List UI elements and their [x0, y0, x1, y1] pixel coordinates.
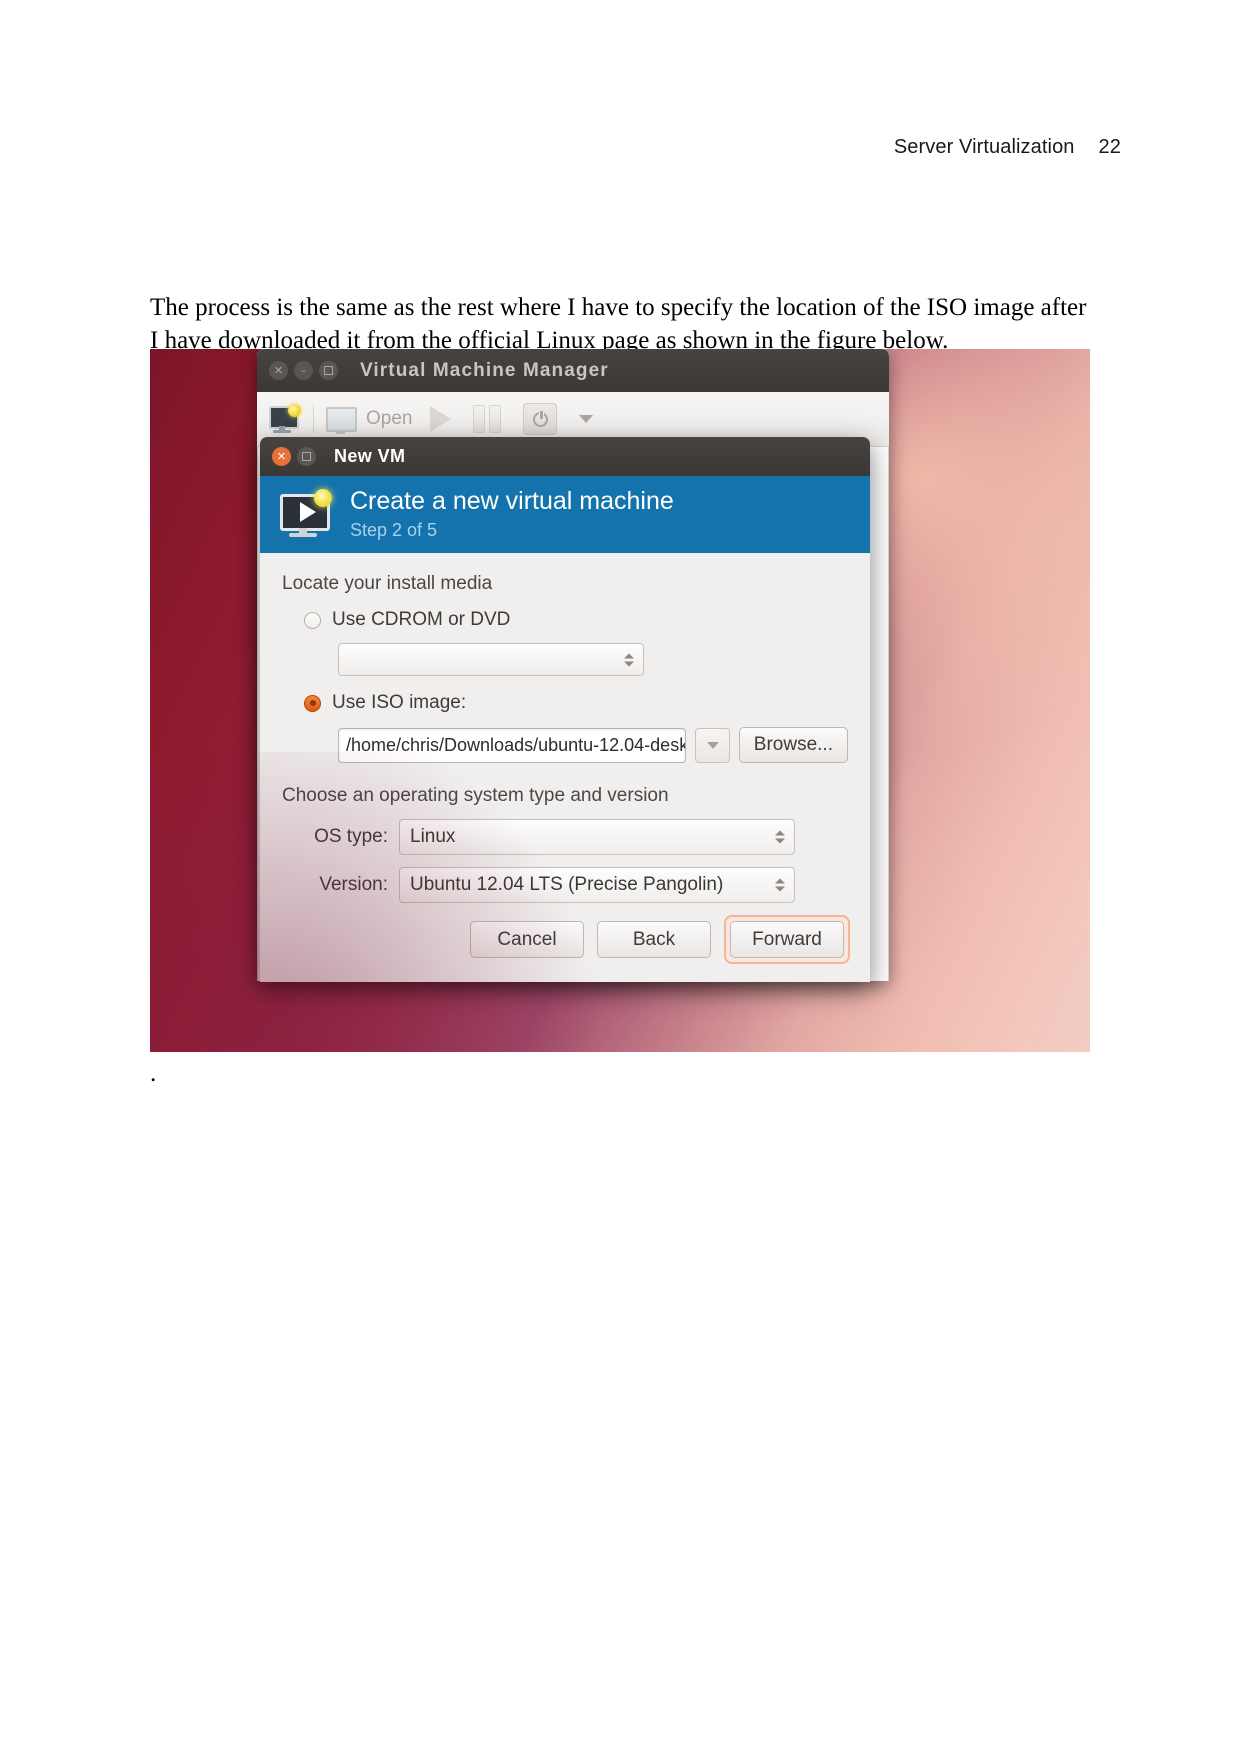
cdrom-radio-button[interactable] [304, 611, 321, 629]
minimize-icon[interactable]: – [294, 361, 313, 380]
page-number: 22 [1098, 136, 1121, 158]
vmm-window-buttons: ✕ – [269, 361, 338, 380]
vmm-titlebar: ✕ – Virtual Machine Manager [257, 349, 889, 392]
new-vm-dialog-content: Locate your install media Use CDROM or D… [260, 553, 870, 982]
maximize-icon[interactable] [319, 361, 338, 380]
new-vm-header-banner: Create a new virtual machine Step 2 of 5 [260, 476, 870, 553]
open-button[interactable]: Open [326, 406, 413, 434]
new-vm-header-text: Create a new virtual machine Step 2 of 5 [350, 488, 674, 541]
dialog-action-buttons: Cancel Back Forward [470, 915, 850, 964]
iso-radio-label: Use ISO image: [332, 692, 467, 713]
browse-button[interactable]: Browse... [738, 727, 848, 763]
figure-screenshot: ✕ – Virtual Machine Manager Open ✕ New V… [150, 349, 1090, 1052]
body-paragraph: The process is the same as the rest wher… [150, 294, 1087, 355]
close-icon[interactable]: ✕ [269, 361, 288, 380]
install-media-section-title: Locate your install media [282, 573, 493, 594]
iso-path-row: /home/chris/Downloads/ubuntu-12.04-desk … [338, 727, 848, 763]
os-type-value: Linux [410, 826, 456, 847]
pause-icon[interactable] [473, 405, 502, 433]
trailing-period: . [150, 1060, 157, 1087]
cancel-button[interactable]: Cancel [470, 921, 584, 958]
running-header: Server Virtualization 22 [894, 136, 1121, 159]
version-value: Ubuntu 12.04 LTS (Precise Pangolin) [410, 874, 724, 895]
cdrom-radio-label: Use CDROM or DVD [332, 609, 511, 630]
os-type-label: OS type: [314, 826, 388, 847]
open-button-label: Open [366, 408, 413, 429]
run-icon[interactable] [430, 406, 452, 432]
vmm-window-title: Virtual Machine Manager [360, 359, 609, 381]
new-vm-heading: Create a new virtual machine [350, 487, 674, 516]
os-type-combo[interactable]: Linux [399, 819, 795, 855]
version-label: Version: [319, 874, 388, 895]
os-type-row: OS type: Linux [302, 819, 848, 855]
chevron-down-icon[interactable] [579, 415, 594, 423]
version-row: Version: Ubuntu 12.04 LTS (Precise Pango… [302, 867, 848, 903]
iso-radio-row[interactable]: Use ISO image: [304, 692, 848, 714]
maximize-icon[interactable] [297, 447, 316, 466]
forward-button[interactable]: Forward [730, 921, 844, 958]
back-button[interactable]: Back [597, 921, 711, 958]
version-combo[interactable]: Ubuntu 12.04 LTS (Precise Pangolin) [399, 867, 795, 903]
cdrom-device-combo[interactable] [338, 643, 644, 676]
virtual-machine-icon [278, 488, 334, 539]
spinner-arrows-icon [775, 830, 785, 844]
monitor-icon [326, 406, 357, 434]
new-vm-titlebar: ✕ New VM [260, 437, 870, 476]
document-page: Server Virtualization 22 The process is t… [0, 0, 1241, 1754]
new-vm-window-buttons: ✕ [272, 447, 316, 466]
close-icon[interactable]: ✕ [272, 447, 291, 466]
forward-button-focus-ring: Forward [724, 915, 850, 964]
chapter-title: Server Virtualization [893, 136, 1075, 158]
spinner-arrows-icon [624, 653, 634, 666]
iso-history-dropdown[interactable] [695, 727, 730, 763]
new-vm-dialog: ✕ New VM Create a new virtual machine St… [260, 437, 870, 982]
new-vm-icon[interactable] [267, 404, 301, 434]
os-section-title: Choose an operating system type and vers… [282, 785, 669, 806]
toolbar-separator [313, 405, 314, 433]
new-vm-dialog-title: New VM [334, 446, 406, 466]
power-icon[interactable] [523, 403, 558, 435]
cdrom-radio-row[interactable]: Use CDROM or DVD [304, 609, 848, 631]
new-vm-step-label: Step 2 of 5 [350, 519, 438, 540]
iso-path-input[interactable]: /home/chris/Downloads/ubuntu-12.04-desk [338, 727, 687, 763]
iso-radio-button[interactable] [304, 694, 321, 712]
spinner-arrows-icon [775, 878, 785, 892]
